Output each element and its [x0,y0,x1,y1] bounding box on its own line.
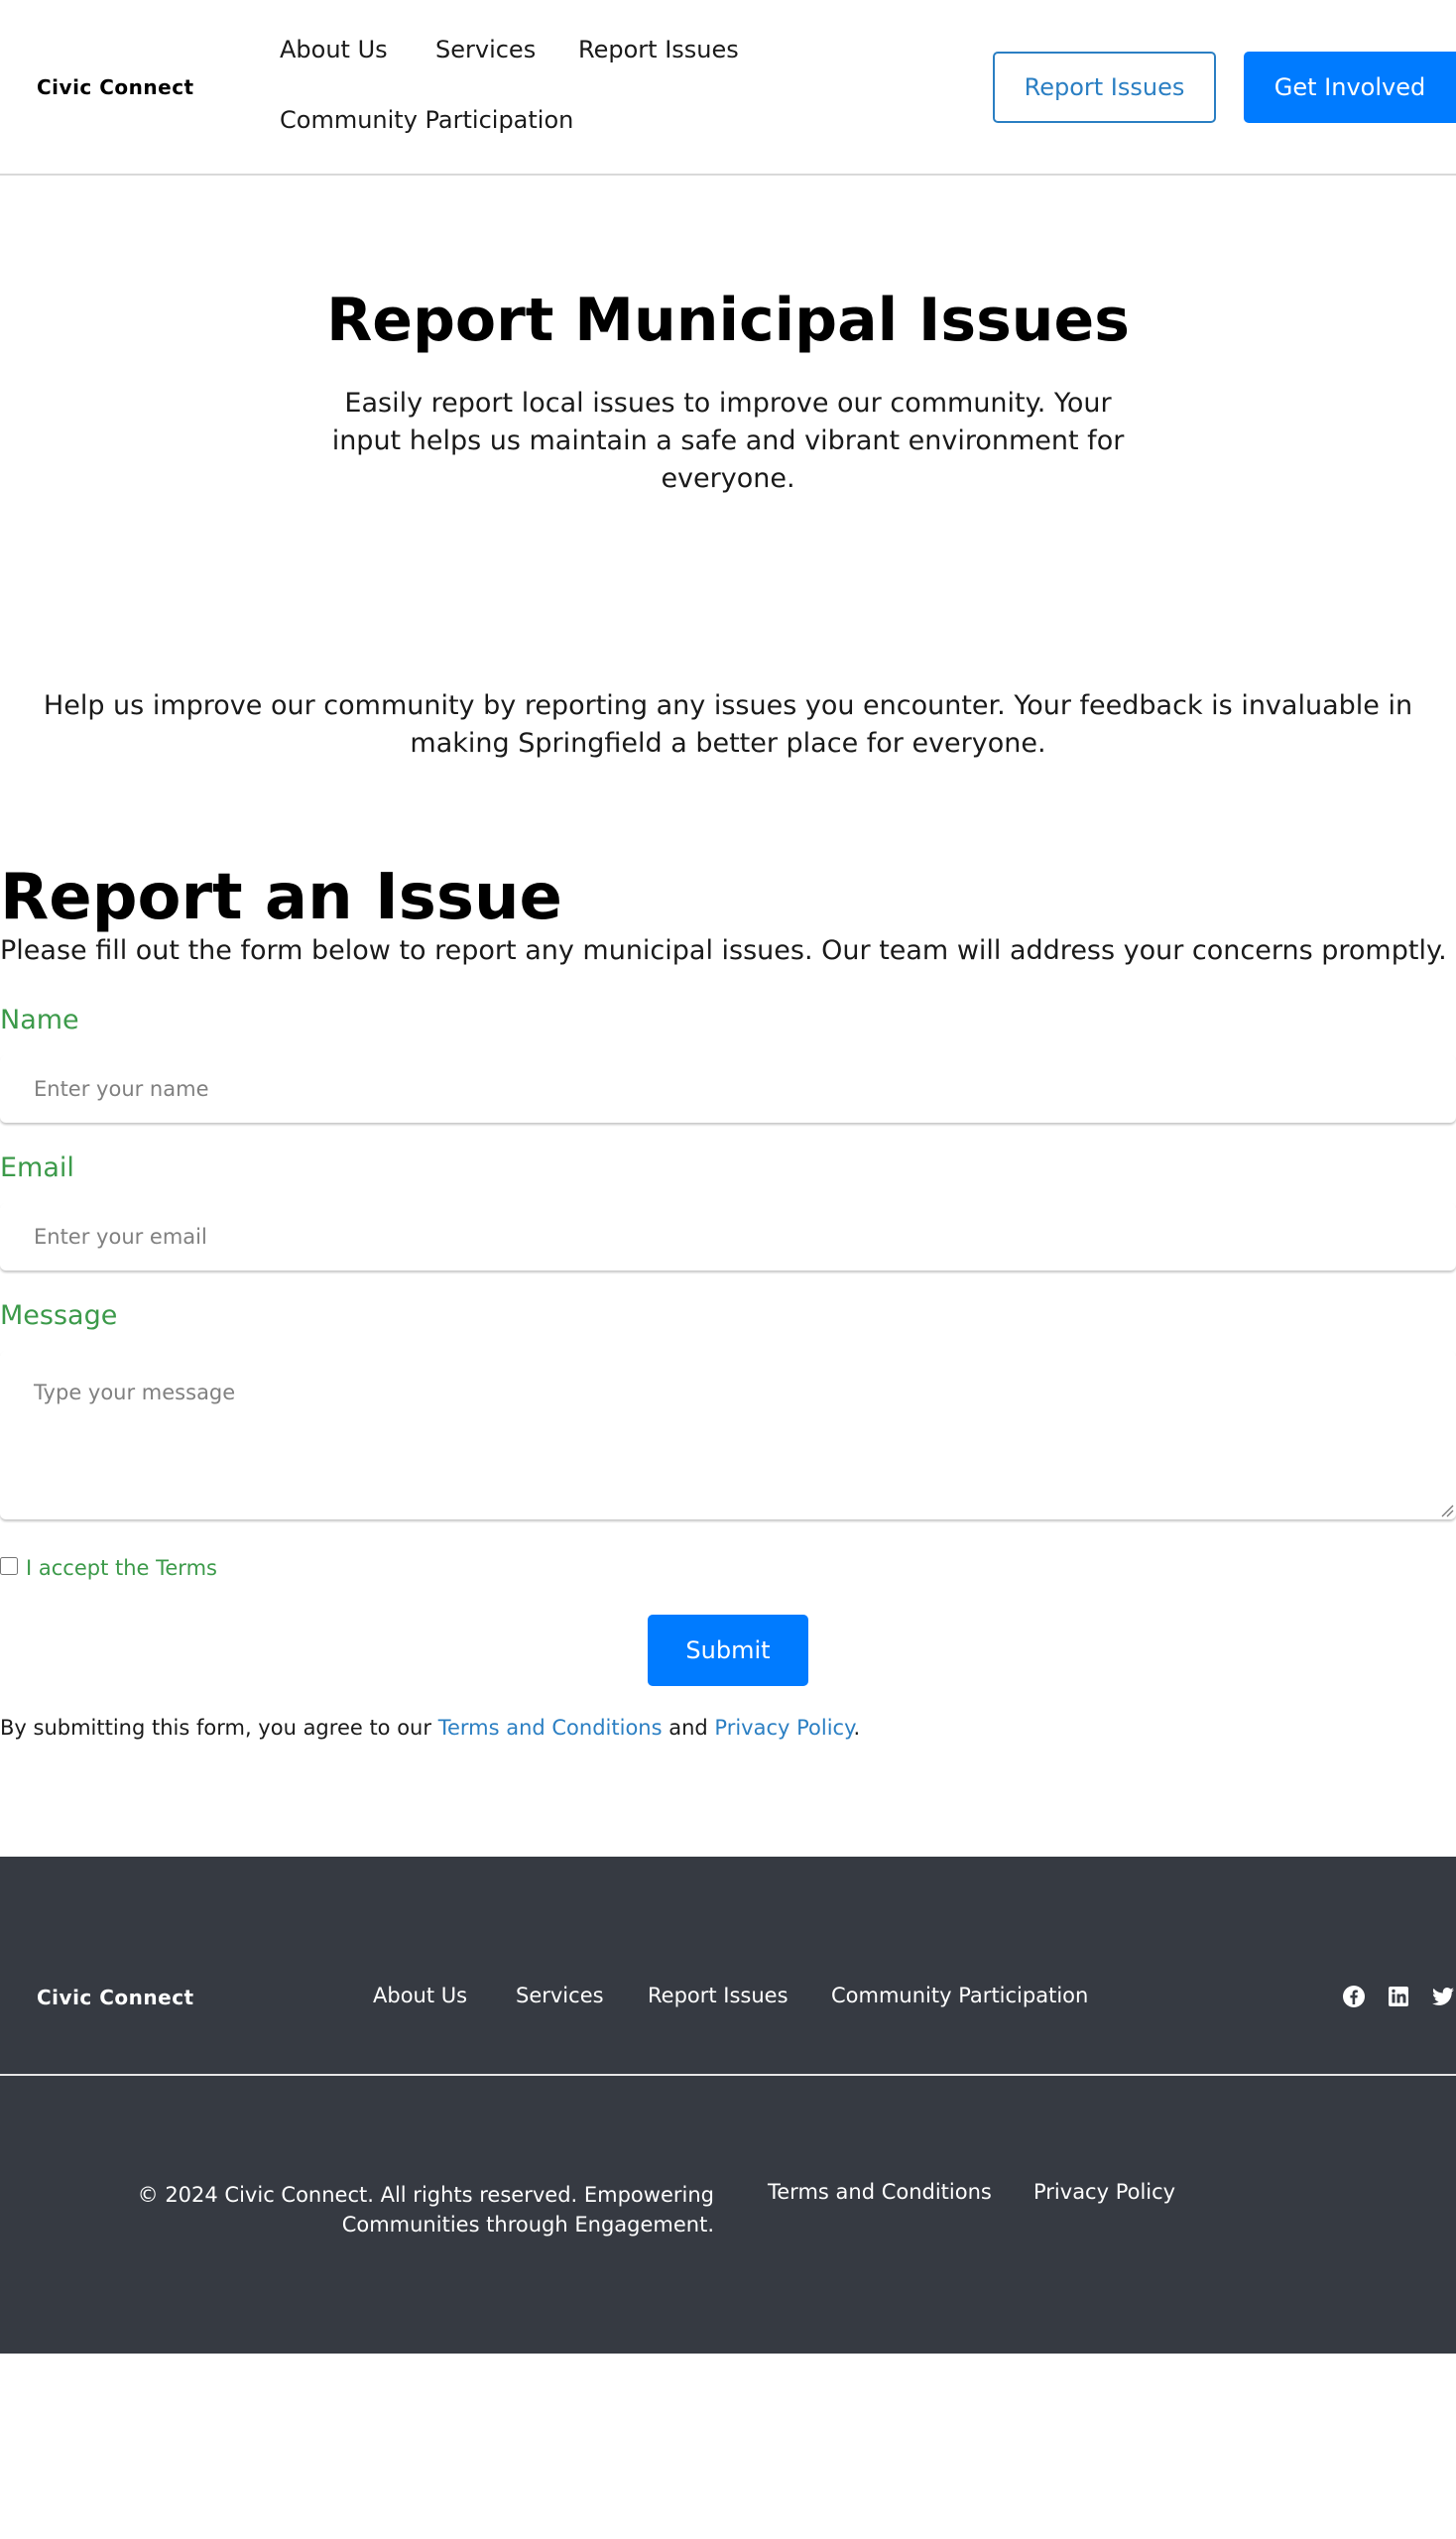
hero-title: Report Municipal Issues [326,286,1130,355]
terms-link[interactable]: Terms and Conditions [438,1716,663,1740]
site-header: Civic Connect About Us Services Report I… [0,0,1456,176]
footer-privacy-link[interactable]: Privacy Policy [1033,2180,1175,2204]
name-input[interactable] [0,1055,1456,1123]
agreement-prefix: By submitting this form, you agree to ou… [0,1716,438,1740]
footer-nav-community-participation[interactable]: Community Participation [831,1984,1088,2007]
form-title: Report an Issue [0,861,562,934]
logo[interactable]: Civic Connect [37,75,194,99]
intro-text: Help us improve our community by reporti… [43,690,1413,759]
accept-terms-checkbox[interactable] [0,1557,18,1575]
footer-nav-services[interactable]: Services [516,1984,604,2007]
get-involved-button[interactable]: Get Involved [1244,52,1456,123]
facebook-icon[interactable] [1342,1985,1366,2008]
message-label: Message [0,1300,118,1331]
hero-subtitle: Easily report local issues to improve ou… [331,388,1125,494]
email-input[interactable] [0,1203,1456,1270]
resize-handle-icon[interactable] [1440,1504,1454,1517]
footer-nav-report-issues[interactable]: Report Issues [648,1984,789,2007]
nav-services[interactable]: Services [435,36,536,63]
report-issues-button[interactable]: Report Issues [993,52,1216,123]
name-label: Name [0,1005,79,1035]
privacy-link[interactable]: Privacy Policy [714,1716,853,1740]
nav-about-us[interactable]: About Us [280,36,388,63]
linkedin-icon[interactable] [1387,1985,1410,2008]
accept-terms-label[interactable]: I accept the Terms [26,1556,217,1580]
nav-report-issues[interactable]: Report Issues [578,36,739,63]
footer-terms-link[interactable]: Terms and Conditions [768,2180,992,2204]
email-label: Email [0,1152,74,1183]
agreement-text: By submitting this form, you agree to ou… [0,1716,860,1740]
agreement-and: and [662,1716,715,1740]
footer-divider [0,2074,1456,2076]
site-footer: Civic Connect About Us Services Report I… [0,1857,1456,2354]
nav-community-participation[interactable]: Community Participation [280,106,573,134]
agreement-suffix: . [853,1716,861,1740]
submit-button[interactable]: Submit [648,1615,808,1686]
footer-logo[interactable]: Civic Connect [37,1986,194,2009]
copyright-text: © 2024 Civic Connect. All rights reserve… [137,2183,714,2237]
twitter-icon[interactable] [1431,1985,1455,2008]
footer-nav-about-us[interactable]: About Us [373,1984,467,2007]
message-textarea[interactable] [0,1351,1456,1519]
form-description: Please fill out the form below to report… [0,935,1447,966]
